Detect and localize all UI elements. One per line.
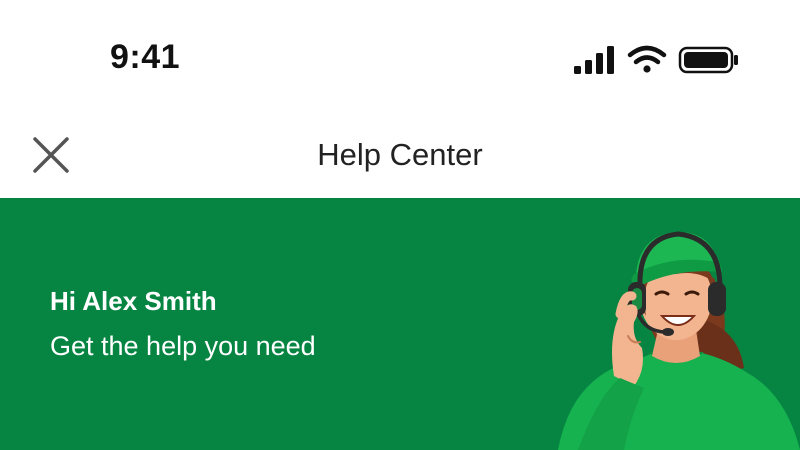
signal-icon — [574, 46, 614, 74]
status-icons — [574, 45, 738, 74]
support-agent-illustration — [558, 231, 800, 450]
battery-icon — [678, 46, 738, 74]
banner-subtitle: Get the help you need — [50, 331, 316, 361]
greeting-text: Hi Alex Smith — [50, 286, 217, 316]
header-bar: Help Center — [0, 110, 800, 198]
status-time: 9:41 — [110, 38, 181, 76]
wifi-icon — [627, 45, 667, 73]
page-title: Help Center — [317, 137, 483, 172]
status-bar: 9:41 — [0, 0, 800, 110]
help-banner: Hi Alex Smith Get the help you need — [0, 198, 800, 450]
